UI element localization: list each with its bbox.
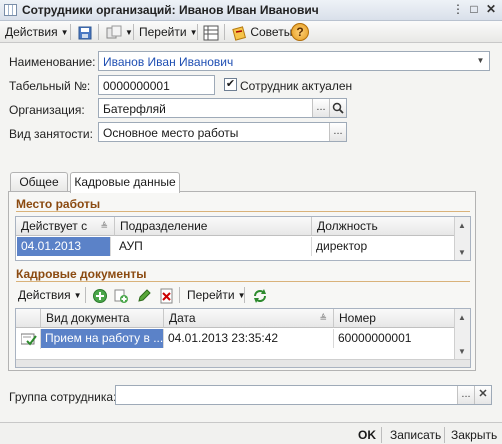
window-icon <box>4 4 17 16</box>
col-header-doc-number[interactable]: Номер <box>334 309 455 328</box>
name-dropdown-arrow[interactable]: ▼ <box>472 52 489 70</box>
toolbar-separator <box>98 24 99 40</box>
actual-checkbox[interactable]: ✔ <box>224 78 237 91</box>
sort-icon: ≜ <box>100 221 108 231</box>
edit-icon[interactable] <box>133 286 155 304</box>
workplace-scrollbar[interactable]: ▲ ▼ <box>454 217 470 260</box>
docs-actions-menu[interactable]: Действия ▼ <box>15 286 85 304</box>
toolbar-separator <box>70 24 71 40</box>
title-bar: Сотрудники организаций: Иванов Иван Иван… <box>0 0 502 21</box>
toolbar-separator <box>133 24 134 40</box>
organization-label: Организация: <box>9 103 85 117</box>
group-label: Группа сотрудника: <box>9 390 117 404</box>
organization-value: Батерфляй <box>103 102 166 116</box>
tab-general[interactable]: Общее <box>10 172 68 192</box>
window-title: Сотрудники организаций: Иванов Иван Иван… <box>22 3 319 17</box>
window-menu-icon[interactable]: ⋮ <box>450 2 466 17</box>
cell-doc-number[interactable]: 60000000001 <box>334 329 455 348</box>
col-header-doc-date[interactable]: Дата ≜ <box>164 309 334 328</box>
name-label: Наименование: <box>9 55 96 69</box>
group-field[interactable]: ... ✕ <box>115 385 492 405</box>
document-posted-icon <box>17 329 41 349</box>
add-icon[interactable] <box>89 286 111 304</box>
structure-icon[interactable] <box>200 23 222 41</box>
actions-label: Действия <box>5 25 58 39</box>
organization-search-icon[interactable] <box>329 99 346 117</box>
cell-doc-date[interactable]: 04.01.2013 23:35:42 <box>164 329 334 348</box>
cell-position[interactable]: директор <box>312 237 455 256</box>
employment-label: Вид занятости: <box>9 127 93 141</box>
docs-actions-label: Действия <box>18 288 71 302</box>
copy-icon[interactable] <box>110 286 132 304</box>
employment-field[interactable]: Основное место работы ... <box>98 122 347 142</box>
col-header-date[interactable]: Действует с ≜ <box>16 217 115 236</box>
tips-icon <box>232 26 246 41</box>
cell-department[interactable]: АУП <box>115 237 312 256</box>
scroll-up-icon[interactable]: ▲ <box>458 313 466 322</box>
col-header-icon <box>16 309 41 328</box>
toolbar-separator <box>224 24 225 40</box>
docs-hscrollbar[interactable] <box>16 359 470 367</box>
group-select-button[interactable]: ... <box>457 386 474 404</box>
tab-number-value: 0000000001 <box>103 79 170 93</box>
workplace-table: Действует с ≜ Подразделение Должность 04.… <box>15 216 471 261</box>
sort-icon: ≜ <box>319 313 327 323</box>
goto-menu-button[interactable]: Перейти ▼ <box>136 23 200 41</box>
tab-hr-data[interactable]: Кадровые данные <box>70 172 180 193</box>
save-close-icon[interactable] <box>74 23 96 41</box>
close-icon[interactable]: ✕ <box>483 2 499 17</box>
col-header-date-label: Действует с <box>21 219 88 233</box>
employment-select-button[interactable]: ... <box>329 123 346 141</box>
employment-value: Основное место работы <box>103 126 239 140</box>
toolbar-separator <box>197 24 198 40</box>
organization-select-button[interactable]: ... <box>312 99 329 117</box>
docs-divider <box>16 281 470 282</box>
group-clear-icon[interactable]: ✕ <box>474 386 491 404</box>
linked-objects-icon[interactable]: ▼ <box>103 23 136 41</box>
col-header-doc-date-label: Дата <box>169 311 196 325</box>
col-header-doc-type[interactable]: Вид документа <box>41 309 164 328</box>
tips-label: Советы <box>250 25 293 39</box>
organization-field[interactable]: Батерфляй ... <box>98 98 347 118</box>
bottom-bar: OK Записать Закрыть <box>0 422 502 444</box>
scroll-down-icon[interactable]: ▼ <box>458 347 466 356</box>
docs-goto-menu[interactable]: Перейти ▼ <box>184 286 248 304</box>
cell-date[interactable]: 04.01.2013 <box>17 237 111 256</box>
docs-toolbar: Действия ▼ Перейти ▼ <box>15 285 471 305</box>
docs-vscrollbar[interactable]: ▲ ▼ <box>454 309 470 359</box>
docs-section-title: Кадровые документы <box>16 267 147 281</box>
tab-number-label: Табельный №: <box>9 79 91 93</box>
scroll-up-icon[interactable]: ▲ <box>458 221 466 230</box>
docs-table: Вид документа Дата ≜ Номер Прием на работ… <box>15 308 471 368</box>
toolbar-separator <box>85 287 86 303</box>
cell-doc-type[interactable]: Прием на работу в ... <box>41 329 164 348</box>
actions-menu-button[interactable]: Действия ▼ <box>2 23 72 41</box>
docs-goto-label: Перейти <box>187 288 235 302</box>
workplace-divider <box>16 211 470 212</box>
actual-label: Сотрудник актуален <box>240 79 353 93</box>
col-header-department[interactable]: Подразделение <box>115 217 312 236</box>
bottom-separator <box>444 427 445 443</box>
col-header-position[interactable]: Должность <box>312 217 455 236</box>
save-button[interactable]: Записать <box>390 427 441 443</box>
ok-button[interactable]: OK <box>358 427 376 443</box>
goto-label: Перейти <box>139 25 187 39</box>
name-field[interactable]: Иванов Иван Иванович ▼ <box>98 51 490 71</box>
bottom-separator <box>381 427 382 443</box>
toolbar-separator <box>244 287 245 303</box>
delete-icon[interactable] <box>156 286 178 304</box>
tab-number-field[interactable]: 0000000001 <box>98 75 215 95</box>
toolbar-separator <box>179 287 180 303</box>
workplace-section-title: Место работы <box>16 197 101 211</box>
scroll-down-icon[interactable]: ▼ <box>458 248 466 257</box>
form-toolbar: Действия ▼ ▼ Перейти ▼ Советы ? <box>0 21 502 43</box>
tips-button[interactable]: Советы <box>228 23 295 41</box>
close-button[interactable]: Закрыть <box>451 427 497 443</box>
name-value: Иванов Иван Иванович <box>103 55 234 69</box>
help-button[interactable]: ? <box>291 23 309 41</box>
maximize-icon[interactable]: □ <box>466 2 482 17</box>
refresh-icon[interactable] <box>249 286 271 304</box>
